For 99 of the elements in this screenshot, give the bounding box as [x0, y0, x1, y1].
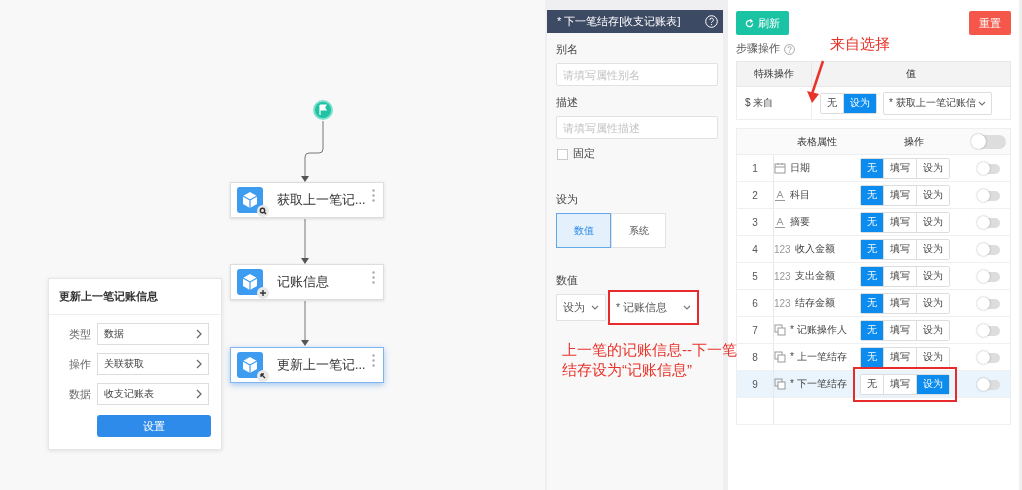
option-button[interactable]: 设为 — [916, 185, 950, 205]
search-icon — [257, 205, 269, 217]
row-number: 7 — [736, 316, 774, 344]
option-button[interactable]: 设为 — [916, 293, 950, 313]
toggle-switch[interactable] — [977, 325, 1000, 336]
attribute-name: 日期 — [790, 162, 810, 173]
field-label: 类型 — [68, 326, 91, 342]
column-header: 表格属性 — [773, 128, 861, 155]
toggle-switch[interactable] — [977, 271, 1000, 282]
field-label: 别名 — [556, 43, 579, 57]
chevron-down-icon — [683, 305, 691, 310]
toggle-switch[interactable] — [977, 190, 1000, 201]
more-icon — [372, 354, 375, 367]
connector-arrow — [301, 120, 324, 182]
attribute-name: * 上一笔结存 — [790, 351, 847, 362]
linked-squares-icon — [774, 378, 786, 390]
plus-icon — [257, 287, 269, 299]
chevron-down-icon — [591, 305, 599, 310]
row-number: 8 — [736, 343, 774, 371]
attribute-name: * 下一笔结存 — [790, 378, 847, 389]
attribute-name: 摘要 — [790, 216, 810, 227]
field-label: 操作 — [68, 356, 91, 372]
field-label: 描述 — [556, 96, 579, 110]
connector-arrow — [301, 218, 309, 264]
option-button[interactable]: 无 — [861, 374, 884, 394]
more-icon — [372, 189, 375, 202]
row-number: 9 — [736, 370, 774, 398]
flow-node[interactable]: 记账信息 — [230, 264, 384, 300]
row-number: 6 — [736, 289, 774, 317]
flow-node[interactable]: 更新上一笔记... — [230, 347, 384, 383]
option-button[interactable]: 设为 — [916, 266, 950, 286]
attribute-name: * 记账操作人 — [790, 324, 847, 335]
attribute-name: 支出金额 — [794, 270, 835, 281]
help-icon — [705, 15, 718, 28]
popover-title: 更新上一笔记账信息 — [49, 279, 221, 315]
section-title: 步骤操作 — [736, 42, 780, 56]
more-icon — [372, 271, 375, 284]
connector-arrow — [301, 300, 309, 346]
option-button[interactable]: 设为 — [916, 239, 950, 259]
select-field[interactable]: 关联获取 — [97, 353, 209, 375]
calendar-icon — [774, 162, 786, 174]
select-field[interactable]: 数据 — [97, 323, 209, 345]
row-number: 2 — [736, 181, 774, 209]
annotation-arrow — [806, 60, 826, 104]
annotation-text: 来自选择 — [830, 34, 890, 54]
row-number: 1 — [736, 154, 774, 182]
cube-icon — [237, 269, 263, 295]
toggle-switch[interactable] — [977, 163, 1000, 174]
cube-icon — [237, 352, 263, 378]
select-field[interactable]: 收支记账表 — [97, 383, 209, 405]
toggle-switch[interactable] — [977, 244, 1000, 255]
field-label: 数值 — [556, 274, 579, 288]
toggle-switch[interactable] — [977, 352, 1000, 363]
panel-title: * 下一笔结存[收支记账表] — [557, 14, 681, 29]
row-number: 5 — [736, 262, 774, 290]
segment-option[interactable]: 系统 — [611, 213, 666, 248]
annotation-text: 上一笔的记账信息--下一笔 结存设为“记账信息” — [562, 340, 737, 380]
attribute-name: 科目 — [790, 189, 810, 200]
mode-dropdown[interactable]: 设为 — [556, 294, 606, 321]
option-button[interactable]: 设为 — [916, 212, 950, 232]
cube-icon — [237, 187, 263, 213]
cursor-arrow-icon — [257, 370, 269, 382]
attribute-name: 结存金额 — [794, 297, 835, 308]
number-type-label: 123 — [774, 243, 791, 255]
column-header: 值 — [811, 61, 1011, 87]
toggle-switch[interactable] — [977, 379, 1000, 390]
chevron-down-icon — [977, 100, 986, 106]
field-label: 设为 — [556, 193, 579, 207]
linked-squares-icon — [774, 324, 786, 336]
field-label: 数据 — [68, 386, 91, 402]
refresh-icon — [745, 18, 754, 28]
value-dropdown[interactable]: * 记账信息 — [608, 290, 699, 325]
settings-button[interactable]: 设置 — [97, 415, 211, 437]
column-header: 特殊操作 — [736, 61, 812, 87]
column-header: 操作 — [860, 128, 968, 155]
flow-node[interactable]: 获取上一笔记... — [230, 182, 384, 218]
row-number: 3 — [736, 208, 774, 236]
checkbox[interactable] — [557, 148, 568, 160]
number-type-label: 123 — [774, 270, 791, 282]
linked-squares-icon — [774, 351, 786, 363]
toggle-switch[interactable] — [977, 298, 1000, 309]
chevron-right-icon — [196, 329, 202, 339]
text-type-icon — [774, 216, 786, 228]
value-dropdown[interactable]: * 获取上一笔记账信 — [883, 91, 992, 115]
toggle-switch[interactable] — [977, 217, 1000, 228]
start-flag-icon — [313, 100, 333, 120]
chevron-right-icon — [196, 359, 202, 369]
option-button[interactable]: 设为 — [916, 320, 950, 340]
row-number: 4 — [736, 235, 774, 263]
toggle-switch[interactable] — [971, 134, 1006, 149]
checkbox-label: 固定 — [573, 147, 595, 161]
number-type-label: 123 — [774, 297, 791, 309]
text-type-icon — [774, 189, 786, 201]
option-button[interactable]: 填写 — [883, 374, 917, 394]
help-icon — [784, 43, 795, 55]
chevron-right-icon — [196, 389, 202, 399]
attribute-name: 收入金额 — [794, 243, 835, 254]
option-button[interactable]: 设为 — [916, 158, 950, 178]
option-button[interactable]: 设为 — [916, 347, 950, 367]
